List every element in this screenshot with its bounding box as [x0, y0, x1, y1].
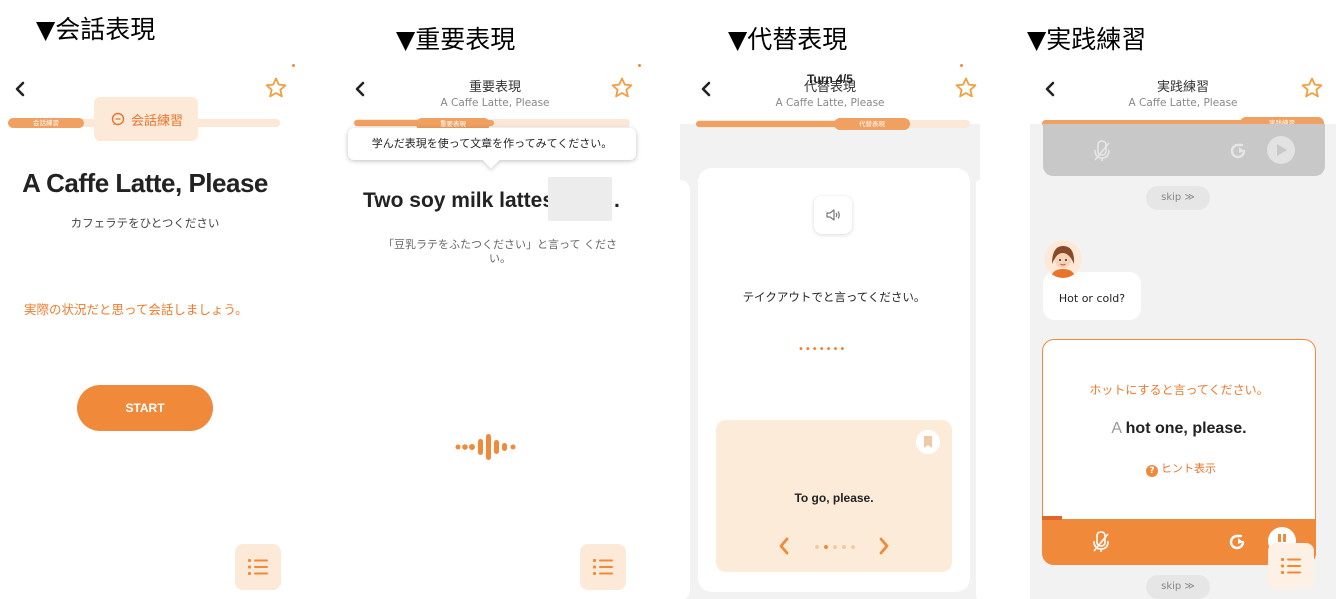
- pagination-dot: [842, 545, 846, 549]
- masked-answer: •••••••: [798, 344, 847, 355]
- screen-conversation: 会話練習: [0, 62, 300, 599]
- favorite-star-icon[interactable]: [1300, 76, 1324, 100]
- bookmark-icon: [924, 436, 932, 448]
- play-audio-button[interactable]: [814, 196, 852, 234]
- back-arrow-icon[interactable]: [12, 80, 30, 98]
- lesson-list-button[interactable]: [1268, 543, 1314, 589]
- section-title-key-expression: ▼重要表現: [396, 25, 516, 54]
- orange-dot: [292, 64, 295, 67]
- header-subtitle: A Caffe Latte, Please: [775, 97, 885, 109]
- start-button[interactable]: START: [77, 385, 213, 431]
- prompt-text: ホットにすると言ってください。: [1089, 383, 1269, 397]
- next-card-edge: [976, 180, 980, 599]
- previous-turn-bar: [1043, 124, 1325, 176]
- orange-dot: [960, 64, 963, 67]
- list-icon: [1281, 558, 1301, 574]
- page: ▼会話表現 ▼重要表現 ▼代替表現 ▼実践練習 会話練習 会話練習 A Caff…: [0, 0, 1336, 599]
- progress-fill: 会話練習: [8, 118, 84, 128]
- pagination-dot: [851, 545, 855, 549]
- header-subtitle: A Caffe Latte, Please: [1128, 97, 1238, 109]
- list-icon: [593, 559, 613, 575]
- pagination-dot: [815, 545, 819, 549]
- speaker-icon: [826, 209, 840, 221]
- retry-icon: [1230, 143, 1246, 159]
- instruction-tooltip: 学んだ表現を使って文章を作ってみてください。: [348, 128, 636, 160]
- favorite-star-icon[interactable]: [264, 76, 288, 100]
- avatar: [1044, 240, 1082, 278]
- instruction-text: 実際の状況だと思って会話しましょう。: [24, 302, 248, 317]
- chip-label: 会話練習: [131, 114, 184, 129]
- chat-bubble-icon: [111, 112, 125, 126]
- sentence-period: .: [614, 189, 620, 212]
- turn-counter: Turn 4/5: [807, 72, 853, 86]
- prompt-text: テイクアウトでと言ってください。: [742, 290, 926, 304]
- previous-card-edge: [680, 180, 690, 599]
- chat-bubble: Hot or cold?: [1043, 272, 1141, 320]
- next-arrow-icon[interactable]: [876, 535, 892, 557]
- japanese-hint: 「豆乳ラテをふたつください」と言って ください。: [383, 238, 617, 265]
- lesson-list-button[interactable]: [235, 544, 281, 590]
- retry-icon[interactable]: [1228, 533, 1246, 551]
- bookmark-button[interactable]: [916, 430, 940, 454]
- mic-icon: [1094, 140, 1110, 161]
- section-title-conversation: ▼会話表現: [36, 15, 156, 44]
- header-title: 重要表現: [468, 80, 521, 95]
- lesson-list-button[interactable]: [580, 544, 626, 590]
- play-button: [1267, 136, 1295, 164]
- previous-arrow-icon[interactable]: [776, 535, 792, 557]
- list-icon: [248, 559, 268, 575]
- header-subtitle: A Caffe Latte, Please: [440, 97, 550, 109]
- hint-button[interactable]: ? ヒント表示: [1146, 460, 1216, 477]
- skip-button-bottom[interactable]: skip ≫: [1146, 575, 1210, 599]
- conversation-chip: 会話練習: [94, 97, 198, 141]
- question-icon: ?: [1146, 465, 1158, 477]
- recording-progress: [1042, 516, 1062, 520]
- pagination-dot: [824, 545, 828, 549]
- orange-dot: [638, 64, 641, 67]
- progress-label: 代替表現: [834, 118, 910, 130]
- lesson-subtitle: カフェラテをひとつください: [70, 216, 220, 230]
- hint-label: ヒント表示: [1161, 462, 1216, 475]
- voice-wave-icon: [455, 434, 516, 460]
- section-title-alternative: ▼代替表現: [728, 25, 848, 54]
- favorite-star-icon[interactable]: [610, 76, 634, 100]
- header-title: 実践練習: [1156, 80, 1209, 95]
- mic-icon[interactable]: [1092, 531, 1110, 553]
- answer-text: To go, please.: [794, 491, 874, 505]
- skip-button[interactable]: skip ≫: [1146, 186, 1210, 210]
- play-icon: [1277, 144, 1287, 156]
- target-sentence: Two soy milk lattes,: [363, 189, 560, 212]
- answer-main: hot one, please.: [1125, 420, 1247, 437]
- lesson-title: A Caffe Latte, Please: [22, 168, 268, 198]
- avatar-illustration-icon: [1044, 240, 1082, 278]
- answer-prefix: A: [1111, 420, 1122, 437]
- pagination-dot: [833, 545, 837, 549]
- screen-practice-header: 実践練習 A Caffe Latte, Please: [1030, 62, 1336, 124]
- pause-icon: [1278, 534, 1286, 542]
- answer-sentence: A hot one, please.: [1042, 420, 1316, 438]
- section-title-practice: ▼実践練習: [1027, 25, 1147, 54]
- answer-blank: [548, 177, 612, 221]
